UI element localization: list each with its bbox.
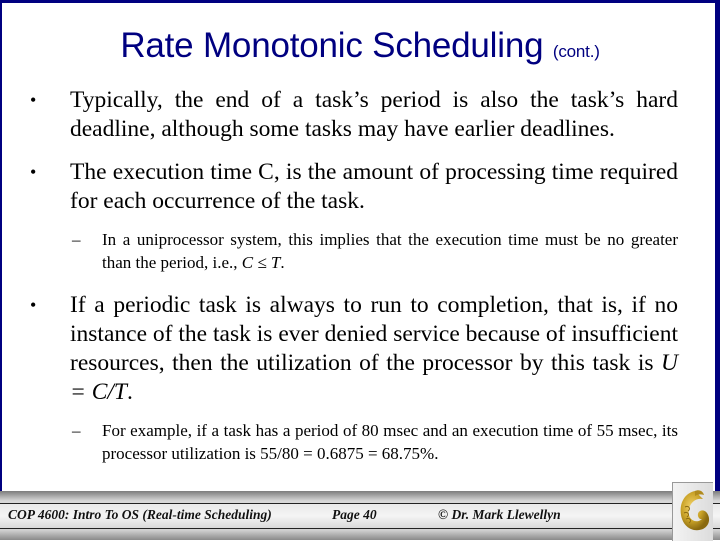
bullet-2-sub-1: – In a uniprocessor system, this implies… (26, 228, 678, 274)
bullet-3: • If a periodic task is always to run to… (26, 291, 678, 407)
bullet-glyph: • (30, 295, 37, 315)
slide-title: Rate Monotonic Scheduling (cont.) (0, 26, 720, 66)
bullet-3-text: If a periodic task is always to run to c… (70, 292, 678, 376)
dash-glyph: – (72, 421, 81, 440)
sub-text: For example, if a task has a period of 8… (102, 421, 678, 463)
slide-content: • Typically, the end of a task’s period … (26, 86, 678, 482)
footer-divider-bottom (0, 528, 720, 529)
bullet-3-sub-1: – For example, if a task has a period of… (26, 419, 678, 465)
sub-text-end: . (280, 253, 285, 272)
title-main: Rate Monotonic Scheduling (120, 26, 544, 65)
bullet-3-text-end: . (127, 379, 133, 405)
footer-course: COP 4600: Intro To OS (Real-time Schedul… (8, 507, 272, 522)
footer-bar: COP 4600: Intro To OS (Real-time Schedul… (0, 491, 720, 540)
bullet-1: • Typically, the end of a task’s period … (26, 86, 678, 144)
sub-math: C ≤ T (241, 253, 281, 272)
sub-text: In a uniprocessor system, this implies t… (102, 230, 678, 272)
bullet-2: • The execution time C, is the amount of… (26, 158, 678, 216)
footer-copyright: © Dr. Mark Llewellyn (438, 507, 561, 522)
dash-glyph: – (72, 230, 81, 249)
title-suffix: (cont.) (552, 42, 600, 61)
bullet-glyph: • (30, 90, 37, 110)
logo-container (672, 482, 713, 541)
bullet-2-text: The execution time C, is the amount of p… (70, 159, 678, 214)
ucf-pegasus-logo-icon (680, 490, 710, 531)
bullet-glyph: • (30, 162, 37, 182)
bullet-1-text: Typically, the end of a task’s period is… (70, 87, 678, 142)
footer-page-number: Page 40 (332, 507, 377, 522)
